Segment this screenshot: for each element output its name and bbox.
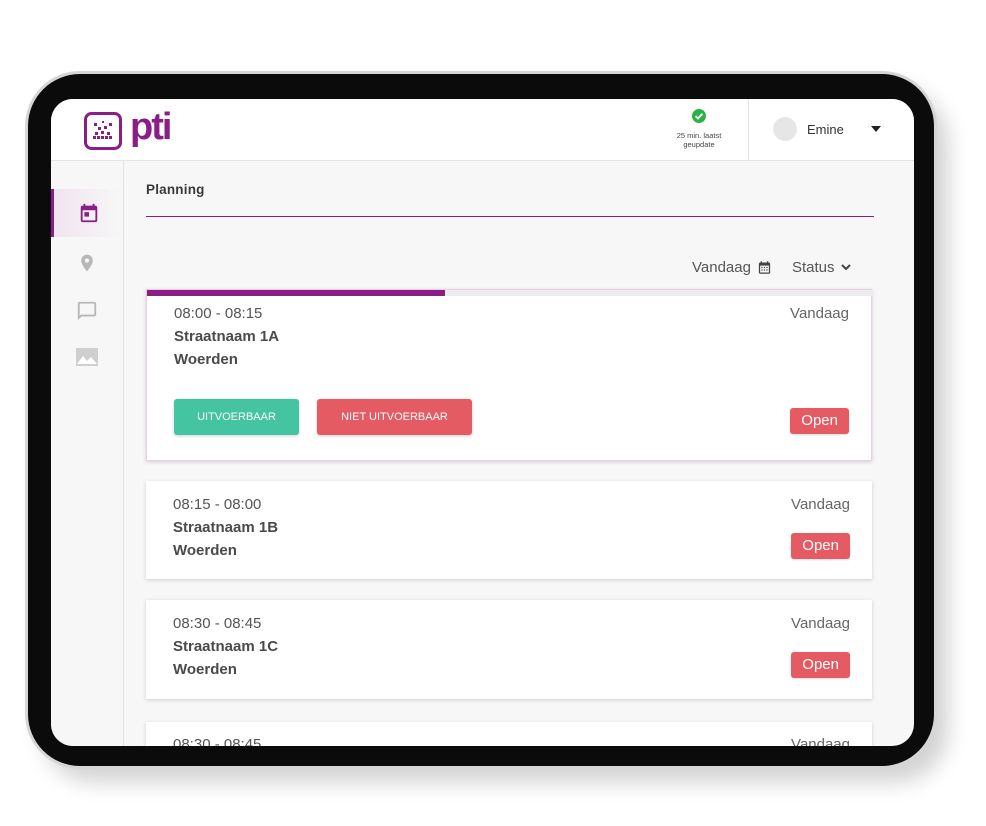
calendar-icon [80,203,97,223]
main-content: Planning Vandaag Status 08:00 - 08:15 St… [124,161,914,746]
appointment-street: Straatnaam 1A [174,328,280,345]
status-badge: Open [791,533,850,559]
not-executable-button[interactable]: NIET UITVOERBAAR [317,399,472,435]
logo-mark-icon [84,112,122,150]
chat-icon [77,301,97,321]
status-filter[interactable]: Status [792,259,853,276]
appointment-city: Woerden [173,542,237,559]
sidebar-item-photos[interactable] [51,333,123,381]
status-badge: Open [790,408,849,434]
logo-text: pti [130,106,172,148]
sidebar [51,161,124,746]
appointment-city: Woerden [174,351,238,368]
appointment-card[interactable]: 08:00 - 08:15 Straatnaam 1A Woerden Vand… [146,289,873,461]
pti-logo[interactable]: pti [84,106,172,151]
appointment-street: Straatnaam 1C [173,638,279,655]
appointment-day: Vandaag [791,736,850,746]
calendar-icon [758,260,771,274]
sync-status-line2: geupdate [683,140,715,149]
status-badge: Open [791,652,850,678]
appointment-city: Woerden [173,661,237,678]
header-divider [748,99,749,160]
status-filter-label: Status [791,258,835,276]
avatar [773,117,797,141]
image-icon [76,348,98,366]
sidebar-item-planning[interactable] [51,189,123,237]
location-pin-icon [81,254,93,272]
progress-bar [147,290,873,296]
appointment-card[interactable]: 08:30 - 08:45 Straatnaam 1C Woerden Vand… [146,600,872,699]
date-filter[interactable]: Vandaag [692,259,772,276]
user-name: Emine [807,121,844,137]
appointment-time: 08:15 - 08:00 [173,496,262,513]
filter-bar: Vandaag Status [692,257,852,277]
sync-status-line1: 25 min. laatst [676,131,722,140]
page-title: Planning [146,182,205,197]
chevron-down-icon [841,264,852,271]
check-circle-icon [692,109,706,123]
appointment-time: 08:00 - 08:15 [174,305,263,322]
date-filter-label: Vandaag [692,258,751,276]
sidebar-item-locations[interactable] [51,239,123,287]
title-underline [146,216,874,217]
executable-button[interactable]: UITVOERBAAR [174,399,299,435]
appointment-card[interactable]: 08:15 - 08:00 Straatnaam 1B Woerden Vand… [146,481,872,579]
appointment-street: Straatnaam 1B [173,519,279,536]
appointment-card[interactable]: 08:30 - 08:45 Vandaag [146,722,872,746]
sync-status: 25 min. laatst geupdate [663,109,735,149]
user-menu[interactable]: Emine [773,117,844,141]
sidebar-item-messages[interactable] [51,287,123,335]
appointment-time: 08:30 - 08:45 [173,736,262,746]
progress-fill [147,290,445,296]
top-bar: pti 25 min. laatst geupdate Emine [51,99,914,161]
appointment-day: Vandaag [790,305,849,322]
appointment-time: 08:30 - 08:45 [173,615,262,632]
chevron-down-icon[interactable] [871,126,881,132]
app-screen: pti 25 min. laatst geupdate Emine Planni… [51,99,914,746]
appointment-day: Vandaag [791,496,850,513]
appointment-day: Vandaag [791,615,850,632]
